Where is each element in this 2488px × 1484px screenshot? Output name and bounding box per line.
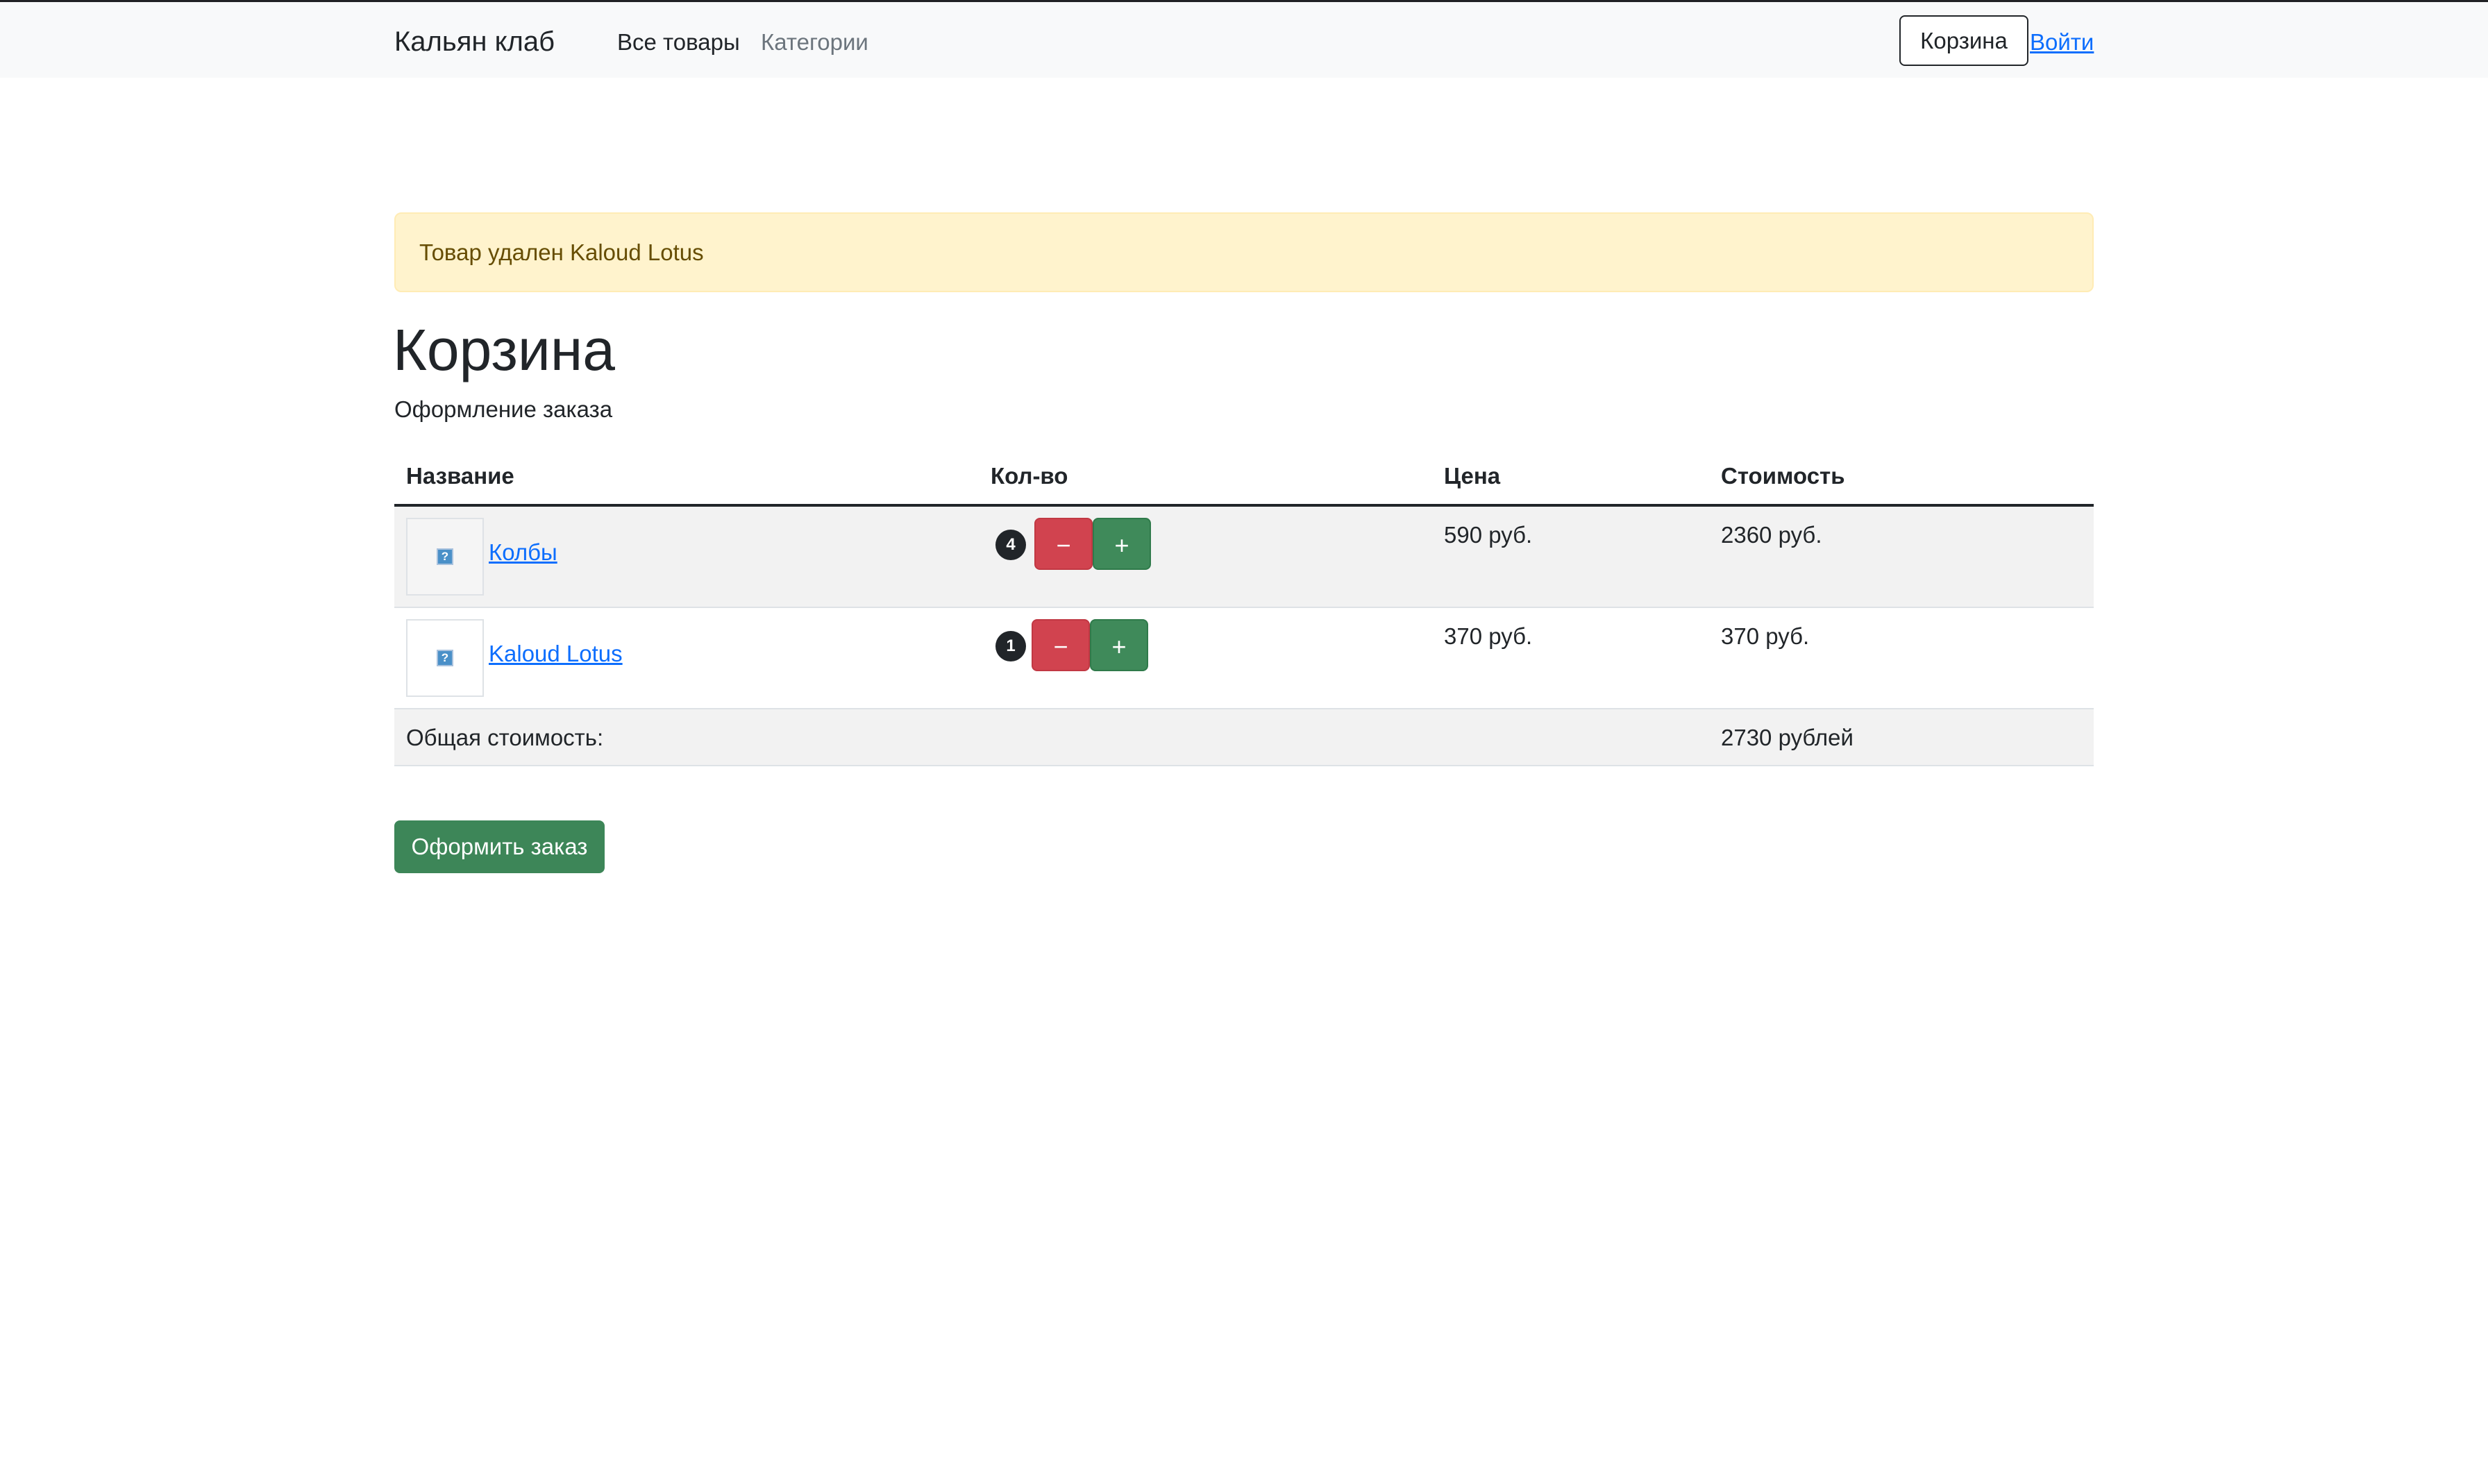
cost-cell: 370 руб. [1721, 623, 1810, 649]
quantity-badge: 1 [995, 631, 1026, 661]
product-thumbnail[interactable]: ? [406, 619, 484, 697]
quantity-badge: 4 [995, 530, 1026, 560]
product-link[interactable]: Колбы [489, 536, 557, 569]
decrease-quantity-button[interactable]: − [1034, 518, 1093, 570]
decrease-quantity-button[interactable]: − [1032, 619, 1090, 671]
column-header-cost: Стоимость [1721, 463, 1845, 489]
product-thumbnail[interactable]: ? [406, 518, 484, 596]
navbar: Кальян клаб Все товары Категории Корзина… [0, 2, 2488, 78]
column-header-qty: Кол-во [991, 463, 1068, 489]
nav-all-products[interactable]: Все товары [617, 26, 740, 59]
place-order-button[interactable]: Оформить заказ [394, 820, 605, 873]
total-value: 2730 рублей [1721, 725, 1854, 750]
column-header-price: Цена [1444, 463, 1501, 489]
table-row: ? Kaloud Lotus 1 − + 370 руб. 370 руб. [394, 608, 2094, 709]
increase-quantity-button[interactable]: + [1093, 518, 1151, 570]
nav-categories[interactable]: Категории [761, 26, 868, 59]
cart-button[interactable]: Корзина [1899, 15, 2028, 66]
total-row: Общая стоимость: 2730 рублей [394, 709, 2094, 766]
table-row: ? Колбы 4 − + 590 руб. 2360 руб. [394, 507, 2094, 608]
broken-image-icon: ? [437, 548, 453, 565]
increase-quantity-button[interactable]: + [1090, 619, 1148, 671]
login-link[interactable]: Войти [2030, 26, 2094, 59]
product-link[interactable]: Kaloud Lotus [489, 637, 623, 671]
page-subtitle: Оформление заказа [394, 396, 613, 422]
brand-logo[interactable]: Кальян клаб [394, 24, 555, 59]
price-cell: 370 руб. [1444, 623, 1533, 649]
price-cell: 590 руб. [1444, 522, 1533, 548]
cost-cell: 2360 руб. [1721, 522, 1822, 548]
broken-image-icon: ? [437, 650, 453, 666]
total-label: Общая стоимость: [406, 725, 604, 750]
page-title: Корзина [393, 317, 615, 382]
column-header-name: Название [406, 463, 514, 489]
alert-removed-item: Товар удален Kaloud Lotus [394, 212, 2094, 292]
